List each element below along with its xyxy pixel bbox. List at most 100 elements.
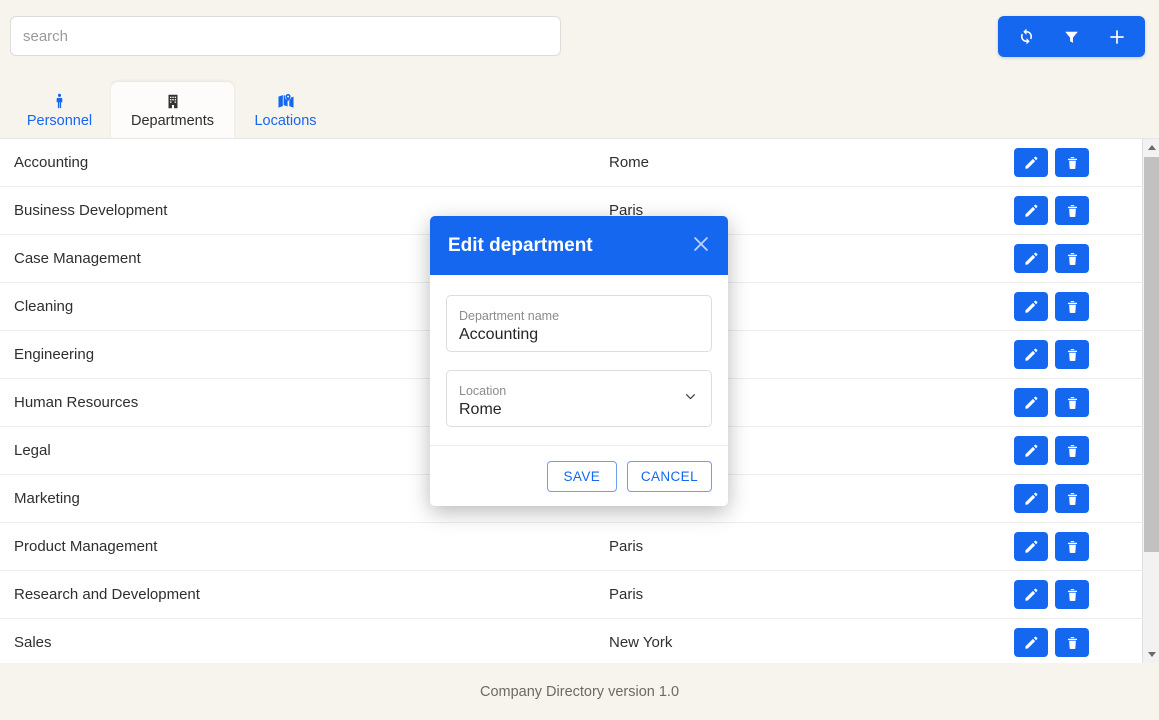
chevron-down-icon — [1147, 652, 1156, 657]
row-delete-button[interactable] — [1055, 340, 1089, 369]
tab-personnel-label: Personnel — [26, 113, 93, 130]
search-input[interactable] — [10, 16, 561, 56]
table-row[interactable]: Sales New York — [0, 619, 1142, 663]
save-button[interactable]: SAVE — [546, 460, 617, 492]
table-row[interactable]: Research and Development Paris — [0, 571, 1142, 619]
department-name-label: Department name — [459, 308, 560, 323]
row-edit-button[interactable] — [1014, 388, 1048, 417]
row-location: New York — [609, 634, 673, 651]
dialog-body: Department name Accounting Location Rome — [430, 275, 728, 446]
row-actions — [1014, 580, 1142, 609]
location-label: Location — [459, 383, 507, 398]
row-location: Paris — [609, 538, 644, 555]
dialog-header: Edit department — [430, 216, 728, 275]
chevron-down-icon — [682, 388, 699, 410]
row-delete-button[interactable] — [1055, 244, 1089, 273]
footer-version-text: Company Directory version 1.0 — [479, 683, 680, 700]
row-actions — [1014, 628, 1142, 657]
dialog-title: Edit department — [448, 234, 593, 256]
delete-icon — [1065, 635, 1080, 651]
row-delete-button[interactable] — [1055, 628, 1089, 657]
close-icon — [690, 233, 712, 258]
edit-icon — [1023, 395, 1039, 411]
edit-icon — [1023, 155, 1039, 171]
row-actions — [1014, 532, 1142, 561]
row-edit-button[interactable] — [1014, 580, 1048, 609]
map-icon — [276, 91, 296, 111]
delete-icon — [1065, 251, 1080, 267]
row-actions — [1014, 436, 1142, 465]
row-location: Rome — [609, 154, 650, 171]
edit-icon — [1023, 347, 1039, 363]
tab-personnel[interactable]: Personnel — [8, 82, 111, 138]
row-actions — [1014, 340, 1142, 369]
row-department-name: Accounting — [14, 154, 89, 171]
delete-icon — [1065, 539, 1080, 555]
scrollbar-thumb[interactable] — [1144, 157, 1159, 552]
row-edit-button[interactable] — [1014, 244, 1048, 273]
scroll-down-button[interactable] — [1143, 646, 1159, 663]
delete-icon — [1065, 299, 1080, 315]
row-actions — [1014, 292, 1142, 321]
row-edit-button[interactable] — [1014, 436, 1048, 465]
delete-icon — [1065, 203, 1080, 219]
edit-icon — [1023, 443, 1039, 459]
row-actions — [1014, 388, 1142, 417]
delete-icon — [1065, 587, 1080, 603]
cancel-button[interactable]: CANCEL — [626, 460, 712, 492]
tab-bar: Personnel Departments Locations — [0, 76, 1159, 138]
row-delete-button[interactable] — [1055, 148, 1089, 177]
tab-locations[interactable]: Locations — [234, 82, 337, 138]
tab-departments-label: Departments — [130, 113, 214, 130]
row-edit-button[interactable] — [1014, 148, 1048, 177]
row-location: Paris — [609, 586, 644, 603]
toolbar-action-group — [998, 16, 1145, 57]
delete-icon — [1065, 491, 1080, 507]
row-delete-button[interactable] — [1055, 532, 1089, 561]
edit-icon — [1023, 539, 1039, 555]
table-row[interactable]: Accounting Rome — [0, 139, 1142, 187]
row-delete-button[interactable] — [1055, 292, 1089, 321]
row-edit-button[interactable] — [1014, 532, 1048, 561]
row-actions — [1014, 484, 1142, 513]
row-department-name: Research and Development — [14, 586, 200, 603]
table-row[interactable]: Product Management Paris — [0, 523, 1142, 571]
vertical-scrollbar[interactable] — [1142, 139, 1159, 663]
edit-icon — [1023, 299, 1039, 315]
edit-icon — [1023, 635, 1039, 651]
row-edit-button[interactable] — [1014, 628, 1048, 657]
row-edit-button[interactable] — [1014, 196, 1048, 225]
scroll-up-button[interactable] — [1143, 139, 1159, 156]
add-button[interactable] — [1094, 16, 1139, 57]
edit-department-dialog: Edit department Department name Accounti… — [430, 216, 728, 506]
row-edit-button[interactable] — [1014, 484, 1048, 513]
row-department-name: Sales — [14, 634, 52, 651]
dialog-close-button[interactable] — [688, 233, 714, 259]
delete-icon — [1065, 347, 1080, 363]
location-select-field[interactable]: Location Rome — [446, 370, 712, 427]
dialog-footer: SAVE CANCEL — [430, 446, 728, 506]
row-delete-button[interactable] — [1055, 388, 1089, 417]
edit-icon — [1023, 491, 1039, 507]
tab-departments[interactable]: Departments — [111, 82, 234, 138]
top-bar — [0, 0, 1159, 76]
department-name-value: Accounting — [459, 326, 539, 344]
row-delete-button[interactable] — [1055, 436, 1089, 465]
edit-icon — [1023, 203, 1039, 219]
row-actions — [1014, 244, 1142, 273]
row-edit-button[interactable] — [1014, 340, 1048, 369]
delete-icon — [1065, 395, 1080, 411]
row-delete-button[interactable] — [1055, 196, 1089, 225]
row-delete-button[interactable] — [1055, 580, 1089, 609]
footer: Company Directory version 1.0 — [0, 663, 1159, 720]
person-icon — [51, 91, 68, 111]
edit-icon — [1023, 251, 1039, 267]
refresh-button[interactable] — [1004, 16, 1049, 57]
department-name-field[interactable]: Department name Accounting — [446, 295, 712, 352]
row-edit-button[interactable] — [1014, 292, 1048, 321]
row-delete-button[interactable] — [1055, 484, 1089, 513]
add-icon — [1107, 27, 1127, 47]
filter-button[interactable] — [1049, 16, 1094, 57]
building-icon — [164, 91, 182, 111]
app-root: Personnel Depa — [0, 0, 1159, 720]
